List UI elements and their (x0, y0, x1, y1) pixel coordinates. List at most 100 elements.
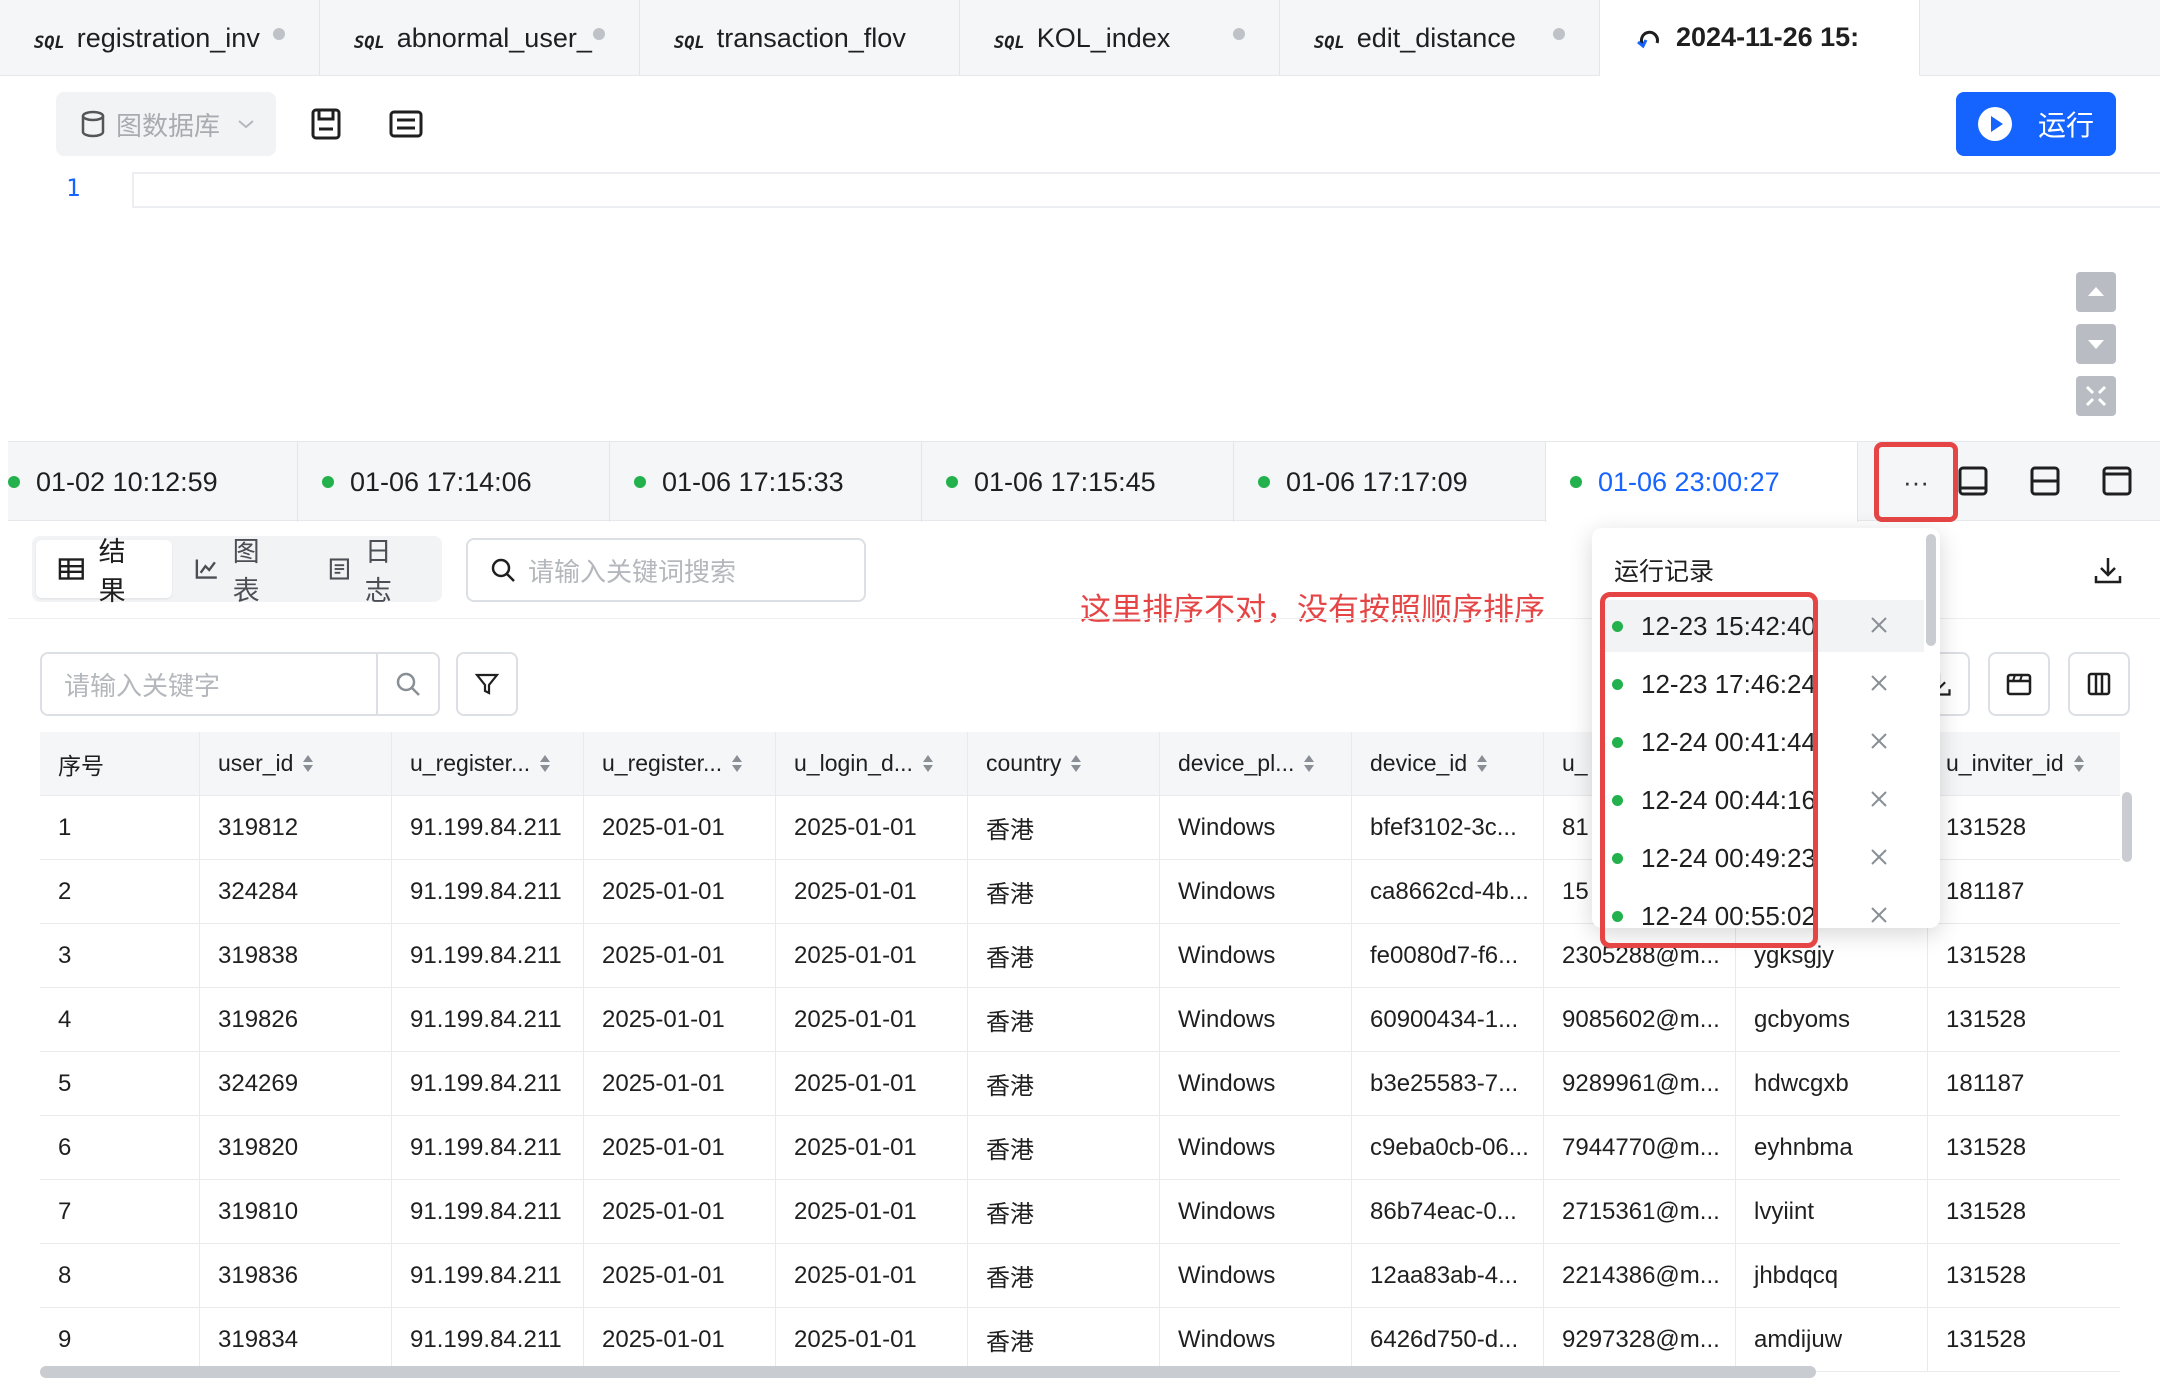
table-cell[interactable]: 香港 (968, 796, 1160, 859)
history-tab[interactable]: 01-06 17:15:33 (610, 442, 922, 522)
table-cell[interactable]: 香港 (968, 924, 1160, 987)
table-cell[interactable]: 2715361@m... (1544, 1180, 1736, 1243)
table-cell[interactable]: 324284 (200, 860, 392, 923)
table-cell[interactable]: 131528 (1928, 1116, 2120, 1179)
table-cell[interactable]: 7944770@m... (1544, 1116, 1736, 1179)
column-header[interactable]: country (968, 732, 1160, 795)
column-header[interactable]: u_register... (392, 732, 584, 795)
column-header[interactable]: u_inviter_id (1928, 732, 2120, 795)
sort-icon[interactable] (1304, 754, 1315, 773)
table-cell[interactable]: 91.199.84.211 (392, 1244, 584, 1307)
table-cell[interactable]: 131528 (1928, 1244, 2120, 1307)
table-cell[interactable]: 91.199.84.211 (392, 1116, 584, 1179)
table-row[interactable]: 4 319826 91.199.84.211 2025-01-01 2025-01-01… (40, 988, 2120, 1052)
table-cell[interactable]: 9289961@m... (1544, 1052, 1736, 1115)
table-cell[interactable]: 4 (40, 988, 200, 1051)
table-cell[interactable]: 香港 (968, 860, 1160, 923)
table-cell[interactable]: lvyiint (1736, 1180, 1928, 1243)
close-icon[interactable] (1868, 730, 1890, 752)
close-icon[interactable] (1868, 672, 1890, 694)
table-cell[interactable]: fe0080d7-f6... (1352, 924, 1544, 987)
table-cell[interactable]: Windows (1160, 796, 1352, 859)
table-cell[interactable]: ca8662cd-4b... (1352, 860, 1544, 923)
table-cell[interactable]: 6426d750-d... (1352, 1308, 1544, 1371)
table-cell[interactable]: 91.199.84.211 (392, 1308, 584, 1371)
scroll-down-button[interactable] (2076, 324, 2116, 364)
table-cell[interactable]: 91.199.84.211 (392, 1052, 584, 1115)
table-cell[interactable]: 1 (40, 796, 200, 859)
table-cell[interactable]: 319834 (200, 1308, 392, 1371)
screenshot-button[interactable] (1988, 652, 2050, 716)
table-cell[interactable]: 2025-01-01 (584, 924, 776, 987)
history-tab[interactable]: 01-06 17:14:06 (298, 442, 610, 522)
close-icon[interactable] (1868, 904, 1890, 926)
table-cell[interactable]: 香港 (968, 1052, 1160, 1115)
table-cell[interactable]: 131528 (1928, 796, 2120, 859)
table-cell[interactable]: 9 (40, 1308, 200, 1371)
tab-chart[interactable]: 图表 (172, 537, 306, 606)
table-cell[interactable]: Windows (1160, 1052, 1352, 1115)
columns-button[interactable] (2068, 652, 2130, 716)
table-cell[interactable]: 2025-01-01 (584, 988, 776, 1051)
table-cell[interactable]: 2214386@m... (1544, 1244, 1736, 1307)
table-row[interactable]: 8 319836 91.199.84.211 2025-01-01 2025-01-01… (40, 1244, 2120, 1308)
column-header[interactable]: user_id (200, 732, 392, 795)
table-row[interactable]: 6 319820 91.199.84.211 2025-01-01 2025-01-01… (40, 1116, 2120, 1180)
column-header[interactable]: u_login_d... (776, 732, 968, 795)
table-cell[interactable]: 香港 (968, 1244, 1160, 1307)
column-header[interactable]: device_id (1352, 732, 1544, 795)
layout-top-icon[interactable] (2100, 464, 2134, 498)
database-select[interactable]: 图数据库 (56, 92, 276, 156)
table-cell[interactable]: 2025-01-01 (776, 924, 968, 987)
table-cell[interactable]: 2025-01-01 (776, 1244, 968, 1307)
table-cell[interactable]: 香港 (968, 988, 1160, 1051)
table-cell[interactable]: 91.199.84.211 (392, 860, 584, 923)
download-icon[interactable] (2092, 554, 2124, 586)
history-tab-active[interactable]: 01-06 23:00:27 (1546, 442, 1858, 522)
column-header[interactable]: u_register... (584, 732, 776, 795)
tab-transaction-flow[interactable]: SQL transaction_flov (640, 0, 960, 76)
table-vertical-scrollbar[interactable] (2122, 792, 2132, 862)
sort-icon[interactable] (1071, 754, 1082, 773)
filter-button[interactable] (456, 652, 518, 716)
table-cell[interactable]: 91.199.84.211 (392, 796, 584, 859)
run-button[interactable]: 运行 (1956, 92, 2116, 156)
table-cell[interactable]: 91.199.84.211 (392, 1180, 584, 1243)
table-cell[interactable]: 131528 (1928, 1308, 2120, 1371)
table-cell[interactable]: jhbdqcq (1736, 1244, 1928, 1307)
table-cell[interactable]: amdijuw (1736, 1308, 1928, 1371)
table-cell[interactable]: 香港 (968, 1180, 1160, 1243)
table-cell[interactable]: hdwcgxb (1736, 1052, 1928, 1115)
table-cell[interactable]: 6 (40, 1116, 200, 1179)
table-cell[interactable]: 2025-01-01 (584, 1308, 776, 1371)
table-cell[interactable]: 2025-01-01 (776, 1308, 968, 1371)
table-cell[interactable]: 香港 (968, 1116, 1160, 1179)
table-cell[interactable]: 131528 (1928, 924, 2120, 987)
tab-registration-inv[interactable]: SQL registration_inv (0, 0, 320, 76)
keyword-search-button[interactable] (376, 654, 438, 714)
table-cell[interactable]: 2025-01-01 (584, 796, 776, 859)
table-cell[interactable]: 319810 (200, 1180, 392, 1243)
sort-icon[interactable] (540, 754, 551, 773)
table-row[interactable]: 9 319834 91.199.84.211 2025-01-01 2025-01-01… (40, 1308, 2120, 1372)
history-tab[interactable]: 01-06 17:17:09 (1234, 442, 1546, 522)
table-cell[interactable]: 2025-01-01 (584, 1116, 776, 1179)
table-cell[interactable]: 2025-01-01 (776, 1116, 968, 1179)
close-icon[interactable] (1868, 788, 1890, 810)
table-cell[interactable]: 9297328@m... (1544, 1308, 1736, 1371)
table-cell[interactable]: 7 (40, 1180, 200, 1243)
table-cell[interactable]: Windows (1160, 1244, 1352, 1307)
table-cell[interactable]: 91.199.84.211 (392, 924, 584, 987)
table-cell[interactable]: 香港 (968, 1308, 1160, 1371)
tab-results[interactable]: 结果 (36, 537, 172, 606)
popover-scrollbar[interactable] (1926, 534, 1936, 646)
history-tab[interactable]: 01-06 17:15:45 (922, 442, 1234, 522)
result-search-input[interactable]: 请输入关键词搜索 (466, 538, 866, 602)
column-header[interactable]: device_pl... (1160, 732, 1352, 795)
table-cell[interactable]: 91.199.84.211 (392, 988, 584, 1051)
table-cell[interactable]: 3 (40, 924, 200, 987)
table-cell[interactable]: 319820 (200, 1116, 392, 1179)
layout-bottom-icon[interactable] (1956, 464, 1990, 498)
sort-icon[interactable] (303, 754, 314, 773)
layout-split-icon[interactable] (2028, 464, 2062, 498)
